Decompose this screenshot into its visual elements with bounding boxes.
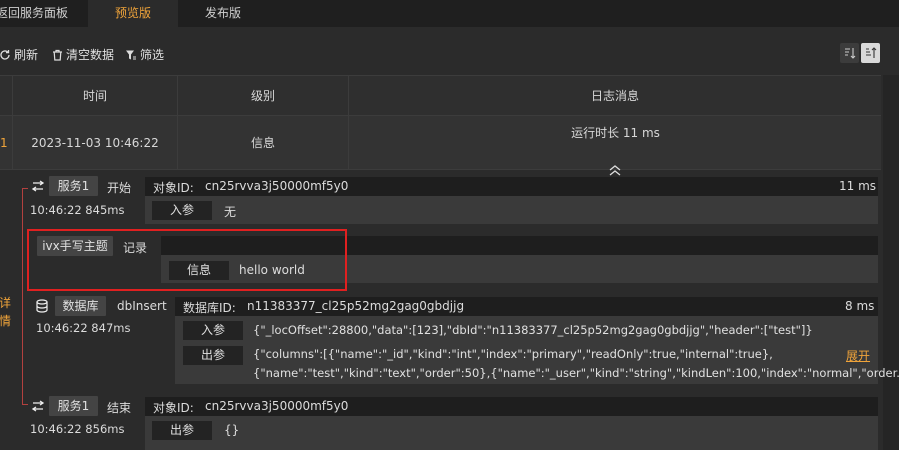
- database-id-label: 数据库ID:: [183, 301, 236, 315]
- sort-descending-button[interactable]: [861, 43, 880, 63]
- clear-data-button[interactable]: 清空数据: [52, 44, 114, 66]
- row-index: 1: [0, 136, 8, 150]
- database-tag: 数据库: [55, 296, 106, 316]
- refresh-label: 刷新: [14, 48, 39, 62]
- trash-icon: [53, 49, 62, 61]
- highlight-box: [27, 229, 347, 291]
- filter-label: 筛选: [140, 48, 165, 62]
- output-param-button[interactable]: 出参: [152, 421, 212, 440]
- database-id: n11383377_cl25p52mg2gag0gbdjjg: [247, 299, 465, 313]
- service-end-body: 出参 {}: [145, 416, 878, 450]
- database-time: 10:46:22 847ms: [36, 321, 131, 335]
- filter-icon: [126, 50, 136, 60]
- output-param-value: {}: [224, 423, 240, 437]
- input-param-value: 无: [224, 205, 237, 219]
- refresh-icon: [0, 50, 10, 60]
- object-id-label: 对象ID:: [153, 401, 194, 415]
- swap-icon: [29, 397, 47, 415]
- database-icon: [33, 297, 51, 315]
- toolbar: 刷新 清空数据 筛选: [0, 44, 899, 66]
- header-message: 日志消息: [348, 76, 881, 116]
- service-start-body: 入参 无: [145, 196, 878, 224]
- output-param-line-2: {"name":"test","kind":"text","order":50}…: [253, 366, 899, 380]
- tab-preview[interactable]: 预览版: [88, 0, 178, 27]
- service-action: 开始: [107, 181, 132, 195]
- row-message-cell: 运行时长 11 ms: [348, 116, 881, 176]
- refresh-button[interactable]: 刷新: [0, 44, 38, 66]
- service-end-header: 对象ID: cn25rvva3j50000mf5y0: [145, 397, 878, 416]
- table-header: 时间 级别 日志消息: [0, 75, 881, 116]
- database-action: dbInsert: [117, 299, 167, 313]
- duration: 11 ms: [839, 179, 877, 193]
- filter-button[interactable]: 筛选: [125, 44, 164, 66]
- expand-link[interactable]: 展开: [846, 347, 870, 364]
- object-id-label: 对象ID:: [153, 181, 194, 195]
- sort-ascending-button[interactable]: [840, 43, 859, 63]
- row-time: 2023-11-03 10:46:22: [12, 116, 177, 170]
- object-id: cn25rvva3j50000mf5y0: [205, 179, 349, 193]
- object-id: cn25rvva3j50000mf5y0: [205, 399, 349, 413]
- service-action: 结束: [107, 401, 132, 415]
- sort-descending-icon: [865, 47, 876, 58]
- service-end-time: 10:46:22 856ms: [30, 422, 125, 436]
- detail-label-1: 详: [0, 296, 12, 310]
- swap-icon: [29, 177, 47, 195]
- scrollbar[interactable]: [883, 75, 899, 450]
- detail-label-2: 情: [0, 314, 12, 328]
- service-tag: 服务1: [49, 176, 98, 196]
- collapse-icon[interactable]: [607, 146, 623, 176]
- row-level: 信息: [177, 116, 348, 170]
- timeline-line: [22, 188, 23, 404]
- output-param-button[interactable]: 出参: [183, 346, 243, 365]
- tab-bar: 返回服务面板 预览版 发布版: [0, 0, 899, 27]
- database-header: 数据库ID: n11383377_cl25p52mg2gag0gbdjjg 8 …: [175, 297, 878, 316]
- database-body: 入参 {"_locOffset":28800,"data":[123],"dbI…: [175, 316, 899, 384]
- header-level: 级别: [177, 76, 348, 116]
- sort-ascending-icon: [844, 48, 855, 59]
- tab-release[interactable]: 发布版: [178, 0, 268, 27]
- timeline-connector: [22, 188, 28, 189]
- input-param-button[interactable]: 入参: [152, 201, 212, 220]
- clear-data-label: 清空数据: [66, 48, 115, 62]
- database-duration: 8 ms: [845, 299, 875, 313]
- service-tag: 服务1: [49, 396, 98, 416]
- input-param-button[interactable]: 入参: [183, 321, 243, 340]
- tab-back-to-service-panel[interactable]: 返回服务面板: [0, 0, 82, 27]
- service-start-header: 对象ID: cn25rvva3j50000mf5y0 11 ms: [145, 177, 878, 196]
- service-start-time: 10:46:22 845ms: [30, 203, 125, 217]
- header-time: 时间: [12, 76, 177, 116]
- table-row[interactable]: 1 2023-11-03 10:46:22 信息 运行时长 11 ms: [0, 116, 881, 176]
- row-message: 运行时长 11 ms: [571, 126, 660, 140]
- timeline-connector: [22, 404, 28, 405]
- output-param-line-1: {"columns":[{"name":"_id","kind":"int","…: [253, 347, 773, 361]
- input-param-value: {"_locOffset":28800,"data":[123],"dbId":…: [253, 323, 813, 337]
